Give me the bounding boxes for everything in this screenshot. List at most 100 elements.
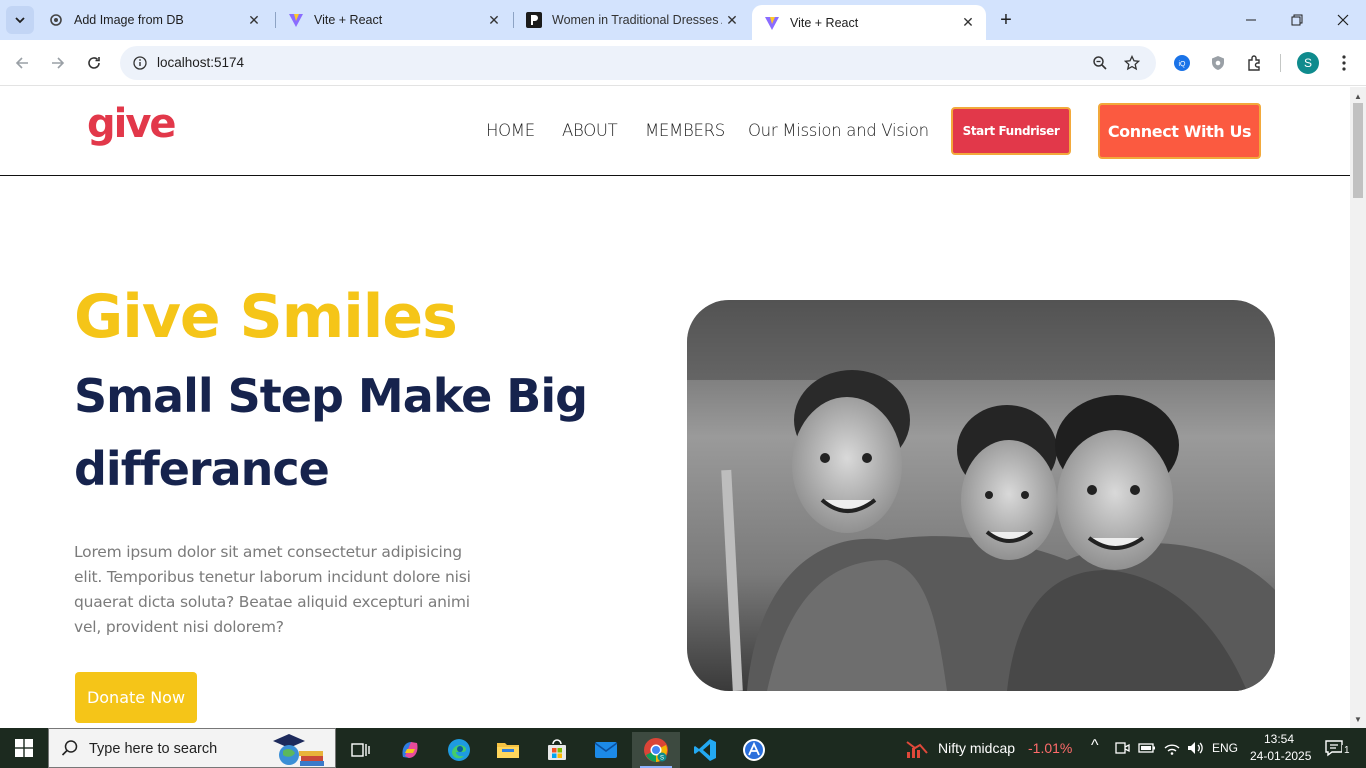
notification-count: 1 (1342, 745, 1352, 756)
shield-icon[interactable] (1206, 51, 1230, 75)
profile-avatar[interactable]: S (1297, 52, 1319, 74)
mail-button[interactable] (582, 732, 630, 768)
close-icon[interactable]: ✕ (722, 10, 742, 30)
start-fundraiser-button[interactable]: Start Fundriser (951, 107, 1071, 155)
start-button[interactable] (0, 728, 48, 768)
restore-button[interactable] (1274, 0, 1320, 40)
address-bar[interactable]: localhost:5174 (120, 46, 1156, 80)
windows-logo-icon (15, 739, 33, 757)
volume-icon[interactable] (1186, 740, 1204, 756)
stock-name[interactable]: Nifty midcap (938, 740, 1015, 756)
site-logo[interactable]: give (87, 101, 177, 147)
svg-text:iQ: iQ (1179, 61, 1187, 68)
task-view-icon (351, 743, 370, 757)
clock-time[interactable]: 13:54 (1264, 732, 1294, 746)
file-explorer-button[interactable] (484, 732, 532, 768)
app-a-icon (743, 739, 765, 761)
store-button[interactable] (533, 732, 581, 768)
chrome-icon: S (644, 738, 668, 762)
nav-about[interactable]: ABOUT (562, 121, 618, 140)
page-scrollbar[interactable]: ▲ ▼ (1350, 87, 1366, 728)
meet-now-icon[interactable] (1114, 740, 1130, 756)
tab-add-image[interactable]: Add Image from DB ✕ (36, 0, 272, 40)
nav-home[interactable]: HOME (486, 121, 535, 140)
donate-now-button[interactable]: Donate Now (75, 672, 197, 723)
extension-iq-icon[interactable]: iQ (1170, 51, 1194, 75)
gear-icon (48, 12, 64, 28)
scroll-thumb[interactable] (1353, 103, 1363, 198)
site-header: give HOME ABOUT MEMBERS Our Mission and … (0, 87, 1350, 176)
back-button[interactable] (8, 49, 36, 77)
battery-icon[interactable] (1138, 741, 1156, 755)
mail-icon (594, 742, 618, 758)
tab-women-dresses[interactable]: Women in Traditional Dresses A ✕ (514, 0, 750, 40)
page-viewport: give HOME ABOUT MEMBERS Our Mission and … (0, 87, 1350, 728)
tab-title: Add Image from DB (74, 13, 184, 27)
browser-toolbar: localhost:5174 iQ S (0, 40, 1366, 86)
connect-with-us-button[interactable]: Connect With Us (1098, 103, 1261, 159)
chevron-down-icon (15, 17, 25, 24)
tab-title: Vite + React (790, 15, 859, 30)
tab-vite-react-1[interactable]: Vite + React ✕ (276, 0, 512, 40)
restore-icon (1291, 14, 1303, 26)
language-indicator[interactable]: ENG (1212, 741, 1238, 755)
task-view-button[interactable] (336, 732, 384, 768)
search-icon (61, 740, 78, 756)
hero-subtitle: Small Step Make Big differance (74, 369, 588, 496)
vite-icon (764, 15, 780, 31)
zoom-icon[interactable] (1088, 51, 1112, 75)
close-icon[interactable]: ✕ (244, 10, 264, 30)
chrome-button[interactable]: S (632, 732, 680, 768)
info-icon[interactable] (128, 51, 152, 75)
close-icon (1337, 14, 1349, 26)
vite-icon (288, 12, 304, 28)
graduation-books-icon (273, 734, 324, 766)
minimize-button[interactable] (1228, 0, 1274, 40)
close-icon[interactable]: ✕ (958, 13, 978, 33)
tab-title: Vite + React (314, 13, 383, 27)
taskbar-search[interactable]: Type here to search (48, 728, 336, 768)
folder-icon (497, 743, 519, 758)
window-close-button[interactable] (1320, 0, 1366, 40)
reload-icon (88, 57, 100, 69)
windows-taskbar: Type here to search S Nifty midcap -1.01… (0, 728, 1366, 768)
chevron-up-icon[interactable]: ^ (1091, 737, 1099, 755)
svg-text:S: S (660, 756, 664, 762)
scroll-down-icon[interactable]: ▼ (1350, 712, 1366, 726)
hero-image-children (687, 300, 1275, 691)
copilot-button[interactable] (386, 732, 434, 768)
nav-mission-vision[interactable]: Our Mission and Vision (748, 121, 929, 140)
minimize-icon (1246, 19, 1256, 21)
plus-icon: + (1000, 8, 1012, 31)
p-logo-icon (526, 12, 542, 28)
stock-change: -1.01% (1028, 740, 1073, 756)
vscode-button[interactable] (681, 732, 729, 768)
tab-search-button[interactable] (6, 6, 34, 34)
new-tab-button[interactable]: + (994, 8, 1018, 32)
notification-icon[interactable] (1324, 739, 1344, 757)
store-icon (548, 739, 566, 760)
nav-members[interactable]: MEMBERS (645, 121, 725, 140)
arrow-left-icon (15, 57, 28, 69)
wifi-icon[interactable] (1163, 740, 1181, 756)
close-icon[interactable]: ✕ (484, 10, 504, 30)
vscode-icon (694, 739, 716, 761)
scroll-up-icon[interactable]: ▲ (1350, 89, 1366, 103)
bookmark-star-icon[interactable] (1120, 51, 1144, 75)
clock-date[interactable]: 24-01-2025 (1250, 749, 1311, 763)
reload-button[interactable] (80, 49, 108, 77)
search-placeholder: Type here to search (89, 741, 218, 757)
url-text[interactable]: localhost:5174 (157, 55, 244, 70)
tab-title: Women in Traditional Dresses A (552, 13, 722, 27)
kebab-menu-icon[interactable] (1332, 51, 1356, 75)
app-store-button[interactable] (730, 732, 778, 768)
edge-icon (448, 739, 470, 761)
forward-button[interactable] (44, 49, 72, 77)
extensions-puzzle-icon[interactable] (1243, 51, 1267, 75)
tab-vite-react-active[interactable]: Vite + React ✕ (752, 5, 986, 40)
copilot-icon (402, 742, 418, 758)
hero-description: Lorem ipsum dolor sit amet consectetur a… (74, 543, 471, 636)
edge-button[interactable] (435, 732, 483, 768)
tab-strip: Add Image from DB ✕ Vite + React ✕ Women… (0, 0, 1366, 40)
arrow-right-icon (52, 57, 65, 69)
